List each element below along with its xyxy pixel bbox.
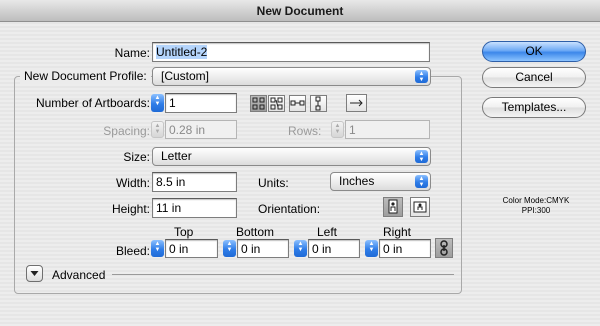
bleed-bottom-input[interactable]: 0 in — [237, 239, 289, 258]
document-name-input[interactable]: Untitled-2 — [152, 42, 430, 62]
document-name-value: Untitled-2 — [156, 45, 208, 59]
artboards-stepper[interactable]: ▲ ▼ — [151, 94, 164, 112]
templates-button[interactable]: Templates... — [482, 97, 586, 118]
rows-input: 1 — [345, 120, 430, 139]
bleed-left-stepper[interactable]: ▲ ▼ — [294, 240, 307, 257]
bleed-right-label: Right — [383, 225, 412, 239]
ppi-text: PPI:300 — [521, 206, 551, 215]
updown-arrows-icon: ▲ ▼ — [415, 175, 428, 188]
size-dropdown[interactable]: Letter ▲ ▼ — [152, 147, 431, 166]
bleed-label: Bleed: — [115, 244, 150, 258]
link-bleed-icon[interactable] — [435, 238, 453, 258]
bleed-top-input[interactable]: 0 in — [165, 239, 218, 258]
bleed-top-stepper[interactable]: ▲ ▼ — [151, 240, 164, 257]
height-label: Height: — [111, 202, 150, 216]
advanced-disclosure-button[interactable] — [26, 265, 43, 282]
spacing-label: Spacing: — [103, 124, 150, 138]
landscape-orientation-icon[interactable] — [410, 197, 430, 217]
updown-arrows-icon: ▲ ▼ — [415, 70, 428, 83]
bleed-left-label: Left — [317, 225, 338, 239]
spacing-stepper: ▲ ▼ — [151, 121, 164, 138]
orientation-label: Orientation: — [258, 202, 321, 216]
width-input[interactable]: 8.5 in — [152, 172, 237, 192]
arrange-by-column-icon[interactable] — [310, 95, 327, 112]
artboards-input[interactable]: 1 — [165, 93, 237, 113]
units-value: Inches — [339, 174, 375, 188]
cancel-button[interactable]: Cancel — [482, 67, 586, 88]
grid-by-column-icon[interactable] — [268, 95, 285, 112]
name-label: Name: — [114, 46, 150, 60]
size-value: Letter — [161, 149, 192, 163]
profile-label: New Document Profile: — [20, 68, 151, 84]
advanced-label: Advanced — [52, 268, 106, 282]
units-label: Units: — [258, 176, 289, 190]
bleed-bottom-label: Bottom — [236, 225, 275, 239]
disclosure-triangle-icon — [30, 271, 39, 276]
portrait-orientation-icon[interactable] — [383, 197, 403, 217]
artboards-label: Number of Artboards: — [35, 96, 150, 110]
color-mode-text: Color Mode:CMYK — [502, 196, 570, 205]
document-info: Color Mode:CMYK PPI:300 — [486, 196, 586, 216]
bleed-right-input[interactable]: 0 in — [379, 239, 431, 258]
arrange-by-row-icon[interactable] — [289, 95, 306, 112]
bleed-top-label: Top — [174, 225, 194, 239]
size-label: Size: — [123, 150, 150, 164]
spacing-input: 0.28 in — [165, 120, 237, 139]
window-title: New Document — [0, 0, 600, 22]
profile-value: [Custom] — [161, 69, 210, 83]
bleed-right-stepper[interactable]: ▲ ▼ — [365, 240, 378, 257]
grid-by-row-icon[interactable] — [250, 95, 267, 112]
advanced-divider — [112, 274, 454, 275]
rows-stepper: ▲ ▼ — [331, 121, 344, 138]
height-input[interactable]: 11 in — [152, 198, 237, 218]
bleed-bottom-stepper[interactable]: ▲ ▼ — [223, 240, 236, 257]
profile-dropdown[interactable]: [Custom] ▲ ▼ — [152, 67, 431, 86]
rows-label: Rows: — [288, 124, 322, 138]
ok-button[interactable]: OK — [482, 41, 586, 62]
bleed-left-input[interactable]: 0 in — [308, 239, 360, 258]
units-dropdown[interactable]: Inches ▲ ▼ — [330, 172, 431, 191]
updown-arrows-icon: ▲ ▼ — [415, 150, 428, 163]
width-label: Width: — [115, 176, 150, 190]
right-to-left-layout-icon[interactable] — [346, 94, 367, 112]
